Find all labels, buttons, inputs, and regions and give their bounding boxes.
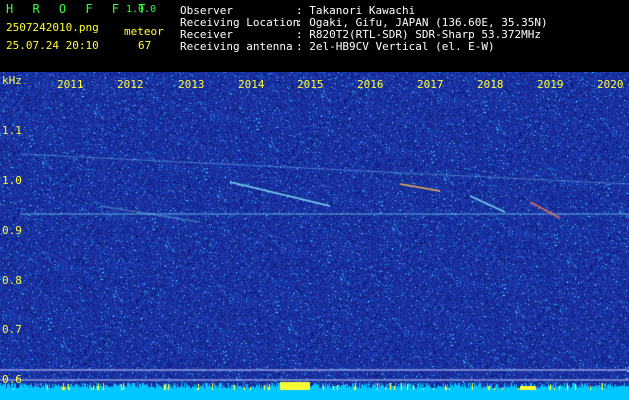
meteor-count: 67 <box>138 39 152 52</box>
antenna-value: : 2el-HB9CV Vertical (el. E-W) <box>296 40 495 53</box>
y-tick-0-6: 0.6 <box>2 373 22 386</box>
y-axis-unit: kHz <box>2 74 22 87</box>
x-tick-2014: 2014 <box>238 78 265 91</box>
spectrogram-canvas <box>0 72 629 400</box>
y-tick-0-7: 0.7 <box>2 323 22 336</box>
x-tick-2017: 2017 <box>417 78 444 91</box>
x-tick-2018: 2018 <box>477 78 504 91</box>
y-tick-1-0: 1.0 <box>2 174 22 187</box>
x-tick-2015: 2015 <box>297 78 324 91</box>
x-tick-2019: 2019 <box>537 78 564 91</box>
app-version: 1.0.0 <box>126 4 157 15</box>
x-tick-2011: 2011 <box>57 78 84 91</box>
filename-label: 2507242010.png <box>6 21 99 34</box>
x-tick-2013: 2013 <box>178 78 205 91</box>
antenna-label: Receiving antenna <box>180 40 293 53</box>
x-tick-2016: 2016 <box>357 78 384 91</box>
datetime-label: 25.07.24 20:10 <box>6 39 99 52</box>
meteor-label: meteor <box>124 25 164 38</box>
x-tick-2020: 2020 <box>597 78 624 91</box>
y-tick-1-1: 1.1 <box>2 124 22 137</box>
x-tick-2012: 2012 <box>117 78 144 91</box>
y-tick-0-9: 0.9 <box>2 224 22 237</box>
header-panel: H R O F F T 1.0.0 2507242010.png meteor … <box>0 0 629 72</box>
y-tick-0-8: 0.8 <box>2 274 22 287</box>
